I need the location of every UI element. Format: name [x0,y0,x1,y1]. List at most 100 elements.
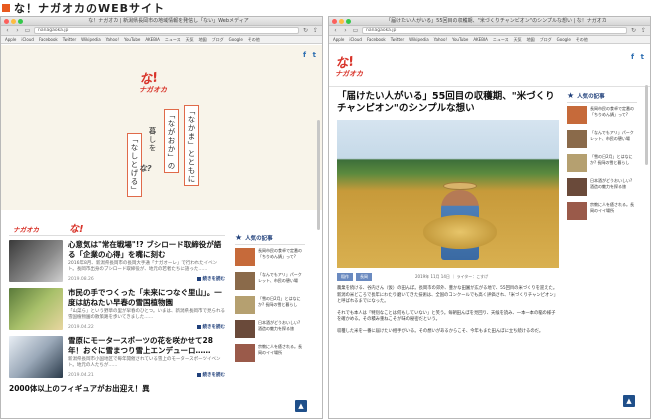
popular-item-title[interactable]: 日本酒がどうおいしい? 酒造の魅力を探る旅 [258,320,305,331]
share-icon[interactable]: ⇪ [312,27,319,35]
bookmark-item[interactable]: Apple [333,36,344,43]
reload-icon[interactable]: ↻ [302,27,309,35]
popular-thumbnail[interactable] [235,320,255,338]
bookmark-item[interactable]: Wikipedia [81,36,101,43]
popular-item[interactable]: 「なんでもアリ」パークレット、市民の憩い場 [567,130,637,148]
bookmark-item[interactable]: Wikipedia [409,36,429,43]
bookmark-item[interactable]: Facebook [39,36,58,43]
popular-item[interactable]: 長岡市民の食卓で定番の「ちりめん鍋」って? [235,248,305,266]
article-title[interactable]: 市民の手でつくった「未来につなぐ里山」。一度は訪ねたい早春の雪国植物園 [68,288,225,307]
scrollbar[interactable] [645,85,648,165]
popular-thumbnail[interactable] [567,130,587,148]
bookmark-item[interactable]: ブログ [212,36,224,43]
bookmark-item[interactable]: Google [229,36,243,43]
forward-icon[interactable]: › [14,27,21,35]
bookmark-item[interactable]: ニュース [493,36,509,43]
popular-item-title[interactable]: 宗教に人を癒される。長岡のイイ場所 [590,202,637,213]
popular-item[interactable]: 日本酒がどうおいしい? 酒造の魅力を探る旅 [567,178,637,196]
popular-item[interactable]: 宗教に人を癒される。長岡のイイ場所 [235,344,305,362]
sidebar-icon[interactable]: ▭ [352,27,359,35]
bookmark-item[interactable]: Apple [5,36,16,43]
list-item[interactable]: 2000体以上のフィギュアがお出迎え！異 [9,384,225,394]
minimize-window-button[interactable] [339,19,344,24]
popular-thumbnail[interactable] [567,202,587,220]
close-window-button[interactable] [4,19,9,24]
popular-item[interactable]: 「雪の日2月」とはなにか? 長岡の雪と暮らし [567,154,637,172]
bookmark-item[interactable]: 地図 [199,36,207,43]
back-icon[interactable]: ‹ [4,27,11,35]
twitter-icon[interactable]: t [641,53,644,61]
bookmark-item[interactable]: その他 [576,36,588,43]
scrollbar[interactable] [317,120,320,230]
list-item[interactable]: 雪原にモータースポーツの花を咲かせて28年！おぐに雪まつり雪上エンデューロ…… 新… [9,336,225,378]
tag[interactable]: 稲作 [337,273,353,281]
article-thumbnail[interactable] [9,240,63,282]
popular-thumbnail[interactable] [235,272,255,290]
article-thumbnail[interactable] [9,288,63,330]
popular-item-title[interactable]: 「なんでもアリ」パークレット、市民の憩い場 [258,272,305,283]
popular-thumbnail[interactable] [235,296,255,314]
back-to-top-button[interactable]: ▲ [623,395,635,407]
bookmark-item[interactable]: 天気 [186,36,194,43]
address-bar[interactable]: nanagaoka.jp [34,27,299,34]
popular-item[interactable]: 「雪の日2月」とはなにか? 長岡の雪と暮らし [235,296,305,314]
bookmark-item[interactable]: Yahoo! [434,36,447,43]
site-logo[interactable]: な! ナガオカ [138,67,167,95]
back-to-top-button[interactable]: ▲ [295,400,307,412]
article-title[interactable]: 雪原にモータースポーツの花を咲かせて28年！おぐに雪まつり雪上エンデューロ…… [68,336,225,355]
bookmark-item[interactable]: ニュース [165,36,181,43]
bookmark-item[interactable]: YouTube [452,36,468,43]
bookmark-item[interactable]: Twitter [391,36,404,43]
facebook-icon[interactable]: f [303,51,306,59]
address-bar[interactable]: nanagaoka.jp [362,27,627,34]
read-more-link[interactable]: 続きを読む [197,276,226,282]
article-title[interactable]: 2000体以上のフィギュアがお出迎え！異 [9,384,150,394]
bookmark-item[interactable]: iCloud [21,36,34,43]
list-item[interactable]: 心意気は"常在戦場"!? ブシロード取締役が語る「企業の心得」を嘴に刻む 2016… [9,240,225,282]
tag[interactable]: 長岡 [356,273,372,281]
bookmark-item[interactable]: AKEBIA [473,36,488,43]
popular-thumbnail[interactable] [567,106,587,124]
popular-thumbnail[interactable] [235,248,255,266]
bookmark-item[interactable]: ブログ [540,36,552,43]
popular-item-title[interactable]: 「雪の日2月」とはなにか? 長岡の雪と暮らし [590,154,637,165]
list-item[interactable]: 市民の手でつくった「未来につなぐ里山」。一度は訪ねたい早春の雪国植物園 「山菜ら」… [9,288,225,330]
popular-item[interactable]: 長岡市民の食卓で定番の「ちりめん鍋」って? [567,106,637,124]
bookmark-item[interactable]: AKEBIA [145,36,160,43]
site-logo[interactable]: な! ナガオカ [334,51,363,79]
bookmark-item[interactable]: YouTube [124,36,140,43]
popular-item[interactable]: 「なんでもアリ」パークレット、市民の憩い場 [235,272,305,290]
popular-item[interactable]: 宗教に人を癒される。長岡のイイ場所 [567,202,637,220]
bookmark-item[interactable]: Twitter [63,36,76,43]
popular-item-title[interactable]: 「なんでもアリ」パークレット、市民の憩い場 [590,130,637,141]
close-window-button[interactable] [332,19,337,24]
bookmark-item[interactable]: 地図 [527,36,535,43]
article-title[interactable]: 心意気は"常在戦場"!? ブシロード取締役が語る「企業の心得」を嘴に刻む [68,240,225,259]
popular-item-title[interactable]: 日本酒がどうおいしい? 酒造の魅力を探る旅 [590,178,637,189]
bookmark-item[interactable]: iCloud [349,36,362,43]
popular-item-title[interactable]: 宗教に人を癒される。長岡のイイ場所 [258,344,305,355]
article-thumbnail[interactable] [9,336,63,378]
popular-item-title[interactable]: 長岡市民の食卓で定番の「ちりめん鍋」って? [590,106,637,117]
popular-thumbnail[interactable] [235,344,255,362]
twitter-icon[interactable]: t [313,51,316,59]
reload-icon[interactable]: ↻ [630,27,637,35]
popular-item[interactable]: 日本酒がどうおいしい? 酒造の魅力を探る旅 [235,320,305,338]
bookmark-item[interactable]: Yahoo! [106,36,119,43]
minimize-window-button[interactable] [11,19,16,24]
facebook-icon[interactable]: f [631,53,634,61]
sidebar-icon[interactable]: ▭ [24,27,31,35]
bookmark-item[interactable]: Facebook [367,36,386,43]
forward-icon[interactable]: › [342,27,349,35]
back-icon[interactable]: ‹ [332,27,339,35]
bookmark-item[interactable]: Google [557,36,571,43]
popular-thumbnail[interactable] [567,178,587,196]
popular-item-title[interactable]: 「雪の日2月」とはなにか? 長岡の雪と暮らし [258,296,305,307]
share-icon[interactable]: ⇪ [640,27,647,35]
read-more-link[interactable]: 続きを読む [197,324,226,330]
bookmark-item[interactable]: その他 [248,36,260,43]
read-more-link[interactable]: 続きを読む [197,372,226,378]
popular-thumbnail[interactable] [567,154,587,172]
popular-item-title[interactable]: 長岡市民の食卓で定番の「ちりめん鍋」って? [258,248,305,259]
bookmark-item[interactable]: 天気 [514,36,522,43]
